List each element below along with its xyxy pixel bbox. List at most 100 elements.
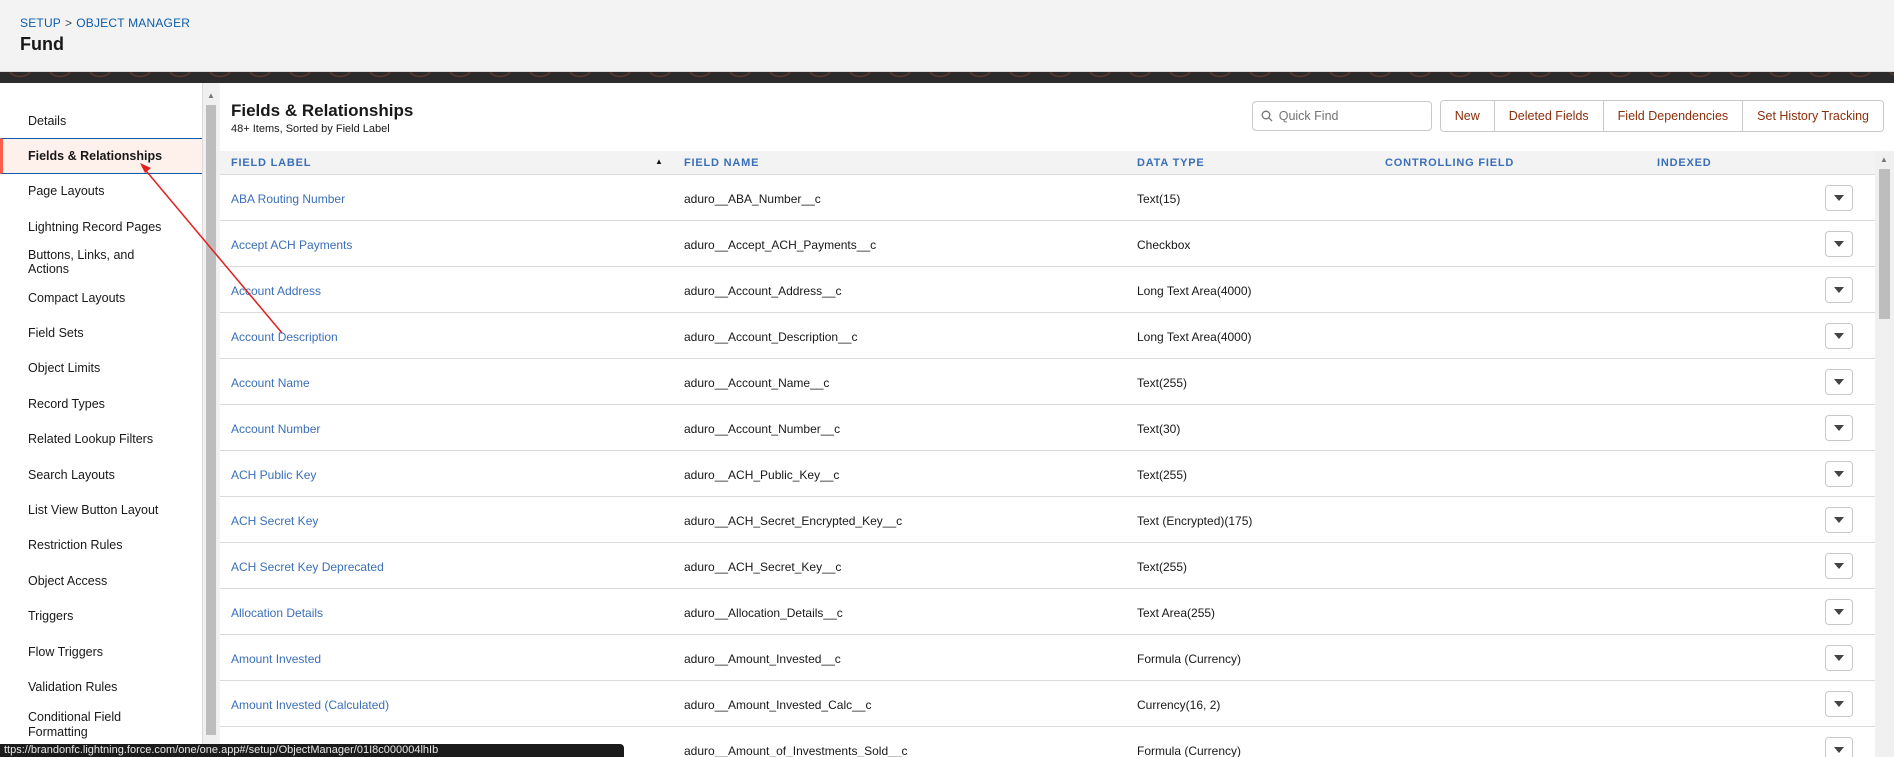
row-actions-button[interactable] [1825, 507, 1853, 533]
column-field-name[interactable]: FIELD NAME [684, 157, 759, 169]
sidebar-item-field-sets[interactable]: Field Sets [0, 315, 202, 350]
field-label-link[interactable]: ACH Public Key [231, 468, 316, 482]
quick-find-box[interactable] [1251, 101, 1432, 131]
scroll-up-icon[interactable]: ▲ [207, 91, 215, 100]
chevron-down-icon [1834, 471, 1844, 477]
breadcrumb-object-manager[interactable]: OBJECT MANAGER [76, 16, 190, 30]
sidebar-item-restriction-rules[interactable]: Restriction Rules [0, 528, 202, 563]
field-label-link[interactable]: Amount Invested [231, 652, 321, 666]
field-label-link[interactable]: Accept ACH Payments [231, 238, 352, 252]
sidebar-item-object-limits[interactable]: Object Limits [0, 351, 202, 386]
main-panel: Fields & Relationships 48+ Items, Sorted… [220, 83, 1894, 757]
row-actions-button[interactable] [1825, 553, 1853, 579]
row-actions-button[interactable] [1825, 185, 1853, 211]
field-api-name: aduro__Account_Description__c [684, 330, 858, 344]
sidebar-item-related-lookup-filters[interactable]: Related Lookup Filters [0, 422, 202, 457]
chevron-down-icon [1834, 333, 1844, 339]
chevron-down-icon [1834, 517, 1844, 523]
page-title: Fund [20, 34, 64, 54]
sidebar-item-compact-layouts[interactable]: Compact Layouts [0, 280, 202, 315]
table-body: ABA Routing Number aduro__ABA_Number__c Te… [220, 175, 1875, 757]
status-bar-url: ttps://brandonfc.lightning.force.com/one… [0, 744, 624, 757]
sidebar-item-object-access[interactable]: Object Access [0, 563, 202, 598]
chevron-down-icon [1834, 701, 1844, 707]
search-icon [1261, 110, 1273, 122]
table-scrollbar[interactable]: ▲ [1875, 151, 1894, 757]
page-header: SETUP > OBJECT MANAGER Fund [0, 0, 1894, 72]
field-api-name: aduro__ACH_Secret_Key__c [684, 560, 842, 574]
column-data-type[interactable]: DATA TYPE [1137, 157, 1205, 169]
sidebar-item-flow-triggers[interactable]: Flow Triggers [0, 634, 202, 669]
field-api-name: aduro__Account_Address__c [684, 284, 842, 298]
field-data-type: Text(30) [1137, 422, 1181, 436]
row-actions-button[interactable] [1825, 599, 1853, 625]
row-actions-button[interactable] [1825, 461, 1853, 487]
table-row: ABA Routing Number aduro__ABA_Number__c Te… [220, 175, 1875, 221]
table-scroll-thumb[interactable] [1879, 169, 1890, 319]
sidebar-item-buttons-links-and-actions[interactable]: Buttons, Links, and Actions [0, 245, 202, 280]
field-api-name: aduro__ACH_Public_Key__c [684, 468, 840, 482]
row-actions-button[interactable] [1825, 323, 1853, 349]
action-button-group: New Deleted Fields Field Dependencies Se… [1439, 100, 1884, 132]
sidebar-scrollbar[interactable]: ▲ [202, 83, 218, 757]
chevron-down-icon [1834, 563, 1844, 569]
set-history-tracking-button[interactable]: Set History Tracking [1743, 101, 1883, 131]
table-row: Account Address aduro__Account_Address__c… [220, 267, 1875, 313]
column-controlling-field[interactable]: CONTROLLING FIELD [1385, 157, 1514, 169]
row-actions-button[interactable] [1825, 369, 1853, 395]
row-actions-button[interactable] [1825, 645, 1853, 671]
field-data-type: Text(255) [1137, 376, 1188, 390]
row-actions-button[interactable] [1825, 737, 1853, 757]
sidebar-item-record-types[interactable]: Record Types [0, 386, 202, 421]
column-indexed[interactable]: INDEXED [1657, 157, 1712, 169]
sidebar-item-search-layouts[interactable]: Search Layouts [0, 457, 202, 492]
field-label-link[interactable]: Account Number [231, 422, 320, 436]
table-row: Accept ACH Payments aduro__Accept_ACH_Pay… [220, 221, 1875, 267]
sidebar-item-validation-rules[interactable]: Validation Rules [0, 669, 202, 704]
sidebar: Details Fields & Relationships Page Layout… [0, 83, 202, 757]
chevron-down-icon [1834, 241, 1844, 247]
sidebar-item-lightning-record-pages[interactable]: Lightning Record Pages [0, 209, 202, 244]
row-actions-button[interactable] [1825, 691, 1853, 717]
field-api-name: aduro__Amount_Invested_Calc__c [684, 698, 872, 712]
row-actions-button[interactable] [1825, 415, 1853, 441]
sidebar-item-fields-relationships[interactable]: Fields & Relationships [0, 138, 202, 174]
table-row: Allocation Details aduro__Allocation_Deta… [220, 589, 1875, 635]
field-label-link[interactable]: ABA Routing Number [231, 192, 345, 206]
sidebar-item-page-layouts[interactable]: Page Layouts [0, 174, 202, 209]
sort-ascending-icon[interactable]: ▲ [655, 157, 664, 166]
field-label-link[interactable]: Amount Invested (Calculated) [231, 698, 389, 712]
chevron-down-icon [1834, 655, 1844, 661]
new-button[interactable]: New [1440, 101, 1495, 131]
sidebar-item-list-view-button-layout[interactable]: List View Button Layout [0, 492, 202, 527]
chevron-down-icon [1834, 195, 1844, 201]
sidebar-item-conditional-field-formatting[interactable]: Conditional Field Formatting [0, 705, 202, 745]
deleted-fields-button[interactable]: Deleted Fields [1494, 101, 1604, 131]
sidebar-item-details[interactable]: Details [0, 103, 202, 138]
field-data-type: Text(15) [1137, 192, 1181, 206]
field-data-type: Text(255) [1137, 560, 1188, 574]
field-label-link[interactable]: ACH Secret Key [231, 514, 318, 528]
row-actions-button[interactable] [1825, 231, 1853, 257]
field-data-type: Formula (Currency) [1137, 744, 1242, 757]
column-field-label[interactable]: FIELD LABEL [231, 157, 311, 169]
scroll-up-icon[interactable]: ▲ [1880, 155, 1888, 164]
field-api-name: aduro__Amount_Invested__c [684, 652, 841, 666]
field-label-link[interactable]: Allocation Details [231, 606, 323, 620]
toolbar: New Deleted Fields Field Dependencies Se… [1251, 100, 1884, 132]
chevron-down-icon [1834, 287, 1844, 293]
field-label-link[interactable]: Account Name [231, 376, 310, 390]
field-dependencies-button[interactable]: Field Dependencies [1603, 101, 1744, 131]
field-label-link[interactable]: Account Description [231, 330, 338, 344]
table-row: Account Name aduro__Account_Name__c Text(2… [220, 359, 1875, 405]
row-actions-button[interactable] [1825, 277, 1853, 303]
breadcrumb-setup[interactable]: SETUP [20, 16, 61, 30]
field-data-type: Text (Encrypted)(175) [1137, 514, 1253, 528]
field-label-link[interactable]: ACH Secret Key Deprecated [231, 560, 384, 574]
table-row: Amount Invested (Calculated) aduro__Amoun… [220, 681, 1875, 727]
field-label-link[interactable]: Account Address [231, 284, 321, 298]
sidebar-item-triggers[interactable]: Triggers [0, 598, 202, 633]
chevron-down-icon [1834, 425, 1844, 431]
sidebar-scroll-thumb[interactable] [206, 105, 216, 735]
quick-find-input[interactable] [1278, 109, 1419, 123]
